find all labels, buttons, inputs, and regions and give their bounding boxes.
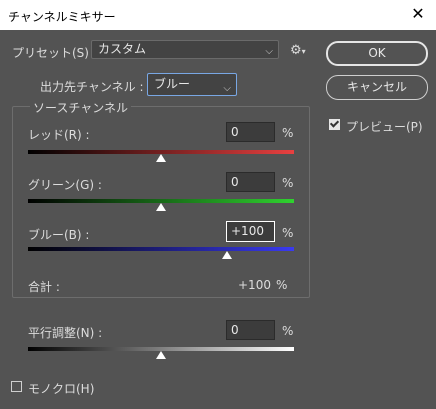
output-select[interactable]: ブルー ⌵ [147, 73, 237, 96]
gear-icon[interactable]: ⚙▾ [290, 43, 306, 58]
output-label: 出力先チャンネル : [40, 80, 144, 94]
total-label: 合計 : [28, 280, 60, 294]
cancel-button[interactable]: キャンセル [326, 75, 428, 100]
monochrome-checkbox[interactable] [11, 381, 22, 392]
green-unit: % [282, 176, 294, 190]
blue-input[interactable]: +100 [226, 221, 275, 242]
blue-label: ブルー(B) : [28, 228, 90, 242]
total-value: +100 [238, 278, 271, 292]
monochrome-label: モノクロ(H) [28, 382, 95, 396]
preview-label: プレビュー(P) [346, 120, 423, 134]
blue-unit: % [282, 226, 294, 240]
total-unit: % [276, 278, 288, 292]
red-label: レッド(R) : [28, 128, 90, 142]
chevron-down-icon: ⌵ [223, 83, 231, 94]
chevron-down-icon: ⌵ [265, 46, 273, 57]
constant-label: 平行調整(N) : [28, 326, 103, 340]
blue-slider-track[interactable] [28, 247, 294, 251]
constant-input[interactable]: 0 [226, 320, 275, 340]
blue-slider-thumb[interactable] [222, 251, 232, 259]
output-value: ブルー [154, 77, 191, 91]
green-input[interactable]: 0 [226, 172, 275, 192]
ok-button[interactable]: OK [326, 41, 428, 66]
preset-value: カスタム [98, 42, 147, 56]
red-input[interactable]: 0 [226, 122, 275, 142]
green-slider-thumb[interactable] [156, 203, 166, 211]
green-label: グリーン(G) : [28, 178, 102, 192]
title-bar: チャンネルミキサー ✕ [0, 0, 436, 30]
constant-unit: % [282, 324, 294, 338]
source-channel-title: ソースチャンネル [30, 99, 132, 116]
preview-checkbox[interactable] [329, 119, 340, 130]
red-unit: % [282, 126, 294, 140]
preset-label: プリセット(S) : [12, 46, 97, 60]
close-icon[interactable]: ✕ [408, 4, 428, 24]
constant-slider-thumb[interactable] [156, 351, 166, 359]
preset-select[interactable]: カスタム ⌵ [91, 40, 279, 59]
red-slider-thumb[interactable] [156, 154, 166, 162]
window-title: チャンネルミキサー [8, 10, 116, 24]
